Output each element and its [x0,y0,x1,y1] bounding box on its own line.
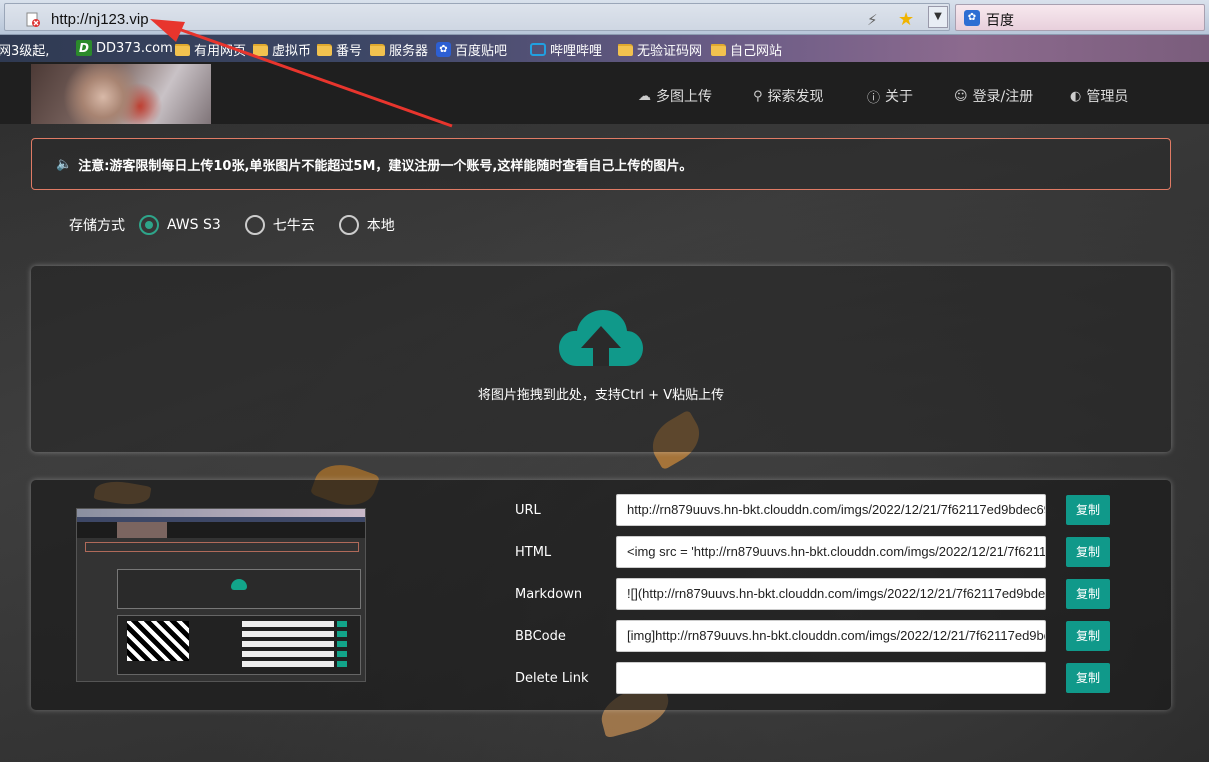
bookmark-item[interactable]: 网3级起, [0,40,49,59]
search-box[interactable]: ✿ 百度 [955,4,1205,31]
bookmark-label: 有用网页 [194,44,247,59]
bookmark-item[interactable]: 有用网页 [175,40,246,59]
bookmark-label: 番号 [336,44,363,59]
nav-label: 登录/注册 [972,89,1034,105]
paw-icon: ✿ [436,42,451,57]
baidu-paw-icon: ✿ [964,10,980,26]
delete-link-label: Delete Link [515,671,589,686]
delete-link-output-field[interactable] [616,662,1046,694]
bookmark-item[interactable]: ✿ 百度贴吧 [436,40,507,59]
folder-icon [370,43,385,56]
tv-icon [530,43,546,56]
html-label: HTML [515,545,552,560]
bookmark-item[interactable]: 无验证码网 [618,40,702,59]
bookmark-item[interactable]: 虚拟币 [253,40,311,59]
storage-option-aws[interactable]: AWS S3 [139,215,221,235]
browser-address-bar: http://nj123.vip ⚡ ★ ▼ ✿ 百度 [0,0,1209,35]
bookmark-label: 百度贴吧 [455,44,508,59]
storage-option-label: 本地 [366,218,395,234]
bookmark-label: 服务器 [389,44,429,59]
bookmark-label: DD373.com [96,40,173,56]
copy-url-button[interactable]: 复制 [1066,495,1110,525]
nav-admin[interactable]: ◐ 管理员 [1070,86,1128,106]
user-icon: ☺ [954,88,968,104]
site-logo[interactable] [31,64,211,124]
bookmark-item[interactable]: 服务器 [370,40,428,59]
nav-multi-upload[interactable]: ☁ 多图上传 [638,86,712,106]
url-field[interactable]: http://nj123.vip ⚡ ★ [4,3,950,31]
copy-markdown-button[interactable]: 复制 [1066,579,1110,609]
dropzone-hint: 将图片拖拽到此处，支持Ctrl + V粘贴上传 [477,388,725,403]
chevron-down-icon[interactable]: ▼ [928,6,948,28]
radio-button[interactable] [244,215,265,235]
cloud-upload-icon: ☁ [638,88,651,104]
folder-icon [711,43,726,56]
storage-label: 存储方式 [69,218,125,234]
star-icon[interactable]: ★ [898,9,914,30]
url-text[interactable]: http://nj123.vip [51,11,149,28]
lightning-icon[interactable]: ⚡ [867,11,878,29]
page-icon [26,12,40,27]
bookmark-label: 哔哩哔哩 [550,44,603,59]
nav-about[interactable]: ⓘ 关于 [867,86,913,106]
copy-delete-link-button[interactable]: 复制 [1066,663,1110,693]
markdown-label: Markdown [515,587,583,602]
bookmark-item[interactable]: D DD373.com [76,40,173,56]
radio-button[interactable] [338,215,359,235]
upload-dropzone[interactable]: 将图片拖拽到此处，支持Ctrl + V粘贴上传 [31,266,1171,452]
uploaded-image-preview[interactable] [76,508,366,682]
search-engine-label: 百度 [986,13,1014,29]
bookmark-label: 自己网站 [730,44,783,59]
notice-title: 注意: [78,158,110,174]
dashboard-icon: ◐ [1070,88,1082,104]
url-output-field[interactable]: http://rn879uuvs.hn-bkt.clouddn.com/imgs… [616,494,1046,526]
dd-icon: D [76,40,92,56]
cloud-upload-icon [559,310,643,366]
folder-icon [175,43,190,56]
copy-bbcode-button[interactable]: 复制 [1066,621,1110,651]
bookmarks-bar: 网3级起, D DD373.com 有用网页 虚拟币 番号 服务器 ✿ 百度贴吧… [0,35,1209,62]
bookmark-item[interactable]: 自己网站 [711,40,782,59]
bbcode-label: BBCode [515,629,566,644]
bookmark-label: 网3级起, [0,44,50,59]
storage-option-label: AWS S3 [167,217,221,233]
bookmark-label: 无验证码网 [637,44,703,59]
nav-explore[interactable]: ⚲ 探索发现 [753,86,824,106]
upload-result-panel: URL http://rn879uuvs.hn-bkt.clouddn.com/… [31,480,1171,710]
storage-option-local[interactable]: 本地 [338,215,395,235]
nav-label: 管理员 [1086,89,1129,105]
storage-selector: 存储方式 AWS S3 七牛云 本地 [69,213,419,237]
bookmark-label: 虚拟币 [272,44,312,59]
storage-option-label: 七牛云 [272,218,315,234]
copy-html-button[interactable]: 复制 [1066,537,1110,567]
notice-text: 游客限制每日上传10张,单张图片不能超过5M，建议注册一个账号,这样能随时查看自… [109,158,693,174]
storage-option-qiniu[interactable]: 七牛云 [244,215,315,235]
folder-icon [253,43,268,56]
search-icon: ⚲ [753,88,763,104]
nav-label: 探索发现 [767,89,824,105]
nav-label: 多图上传 [656,89,712,105]
folder-icon [618,43,633,56]
nav-label: 关于 [885,89,914,105]
speaker-icon: 🔈 [56,156,73,172]
html-output-field[interactable]: <img src = 'http://rn879uuvs.hn-bkt.clou… [616,536,1046,568]
markdown-output-field[interactable]: ![](http://rn879uuvs.hn-bkt.clouddn.com/… [616,578,1046,610]
url-label: URL [515,503,541,518]
info-icon: ⓘ [867,90,881,106]
folder-icon [317,43,332,56]
radio-button[interactable] [139,215,159,235]
bookmark-item[interactable]: 哔哩哔哩 [530,40,602,59]
nav-login[interactable]: ☺ 登录/注册 [954,86,1033,106]
notice-banner: 🔈 注意: 游客限制每日上传10张,单张图片不能超过5M，建议注册一个账号,这样… [31,138,1171,190]
bbcode-output-field[interactable]: [img]http://rn879uuvs.hn-bkt.clouddn.com… [616,620,1046,652]
site-header: ☁ 多图上传 ⚲ 探索发现 ⓘ 关于 ☺ 登录/注册 ◐ 管理员 [0,62,1209,124]
bookmark-item[interactable]: 番号 [317,40,362,59]
